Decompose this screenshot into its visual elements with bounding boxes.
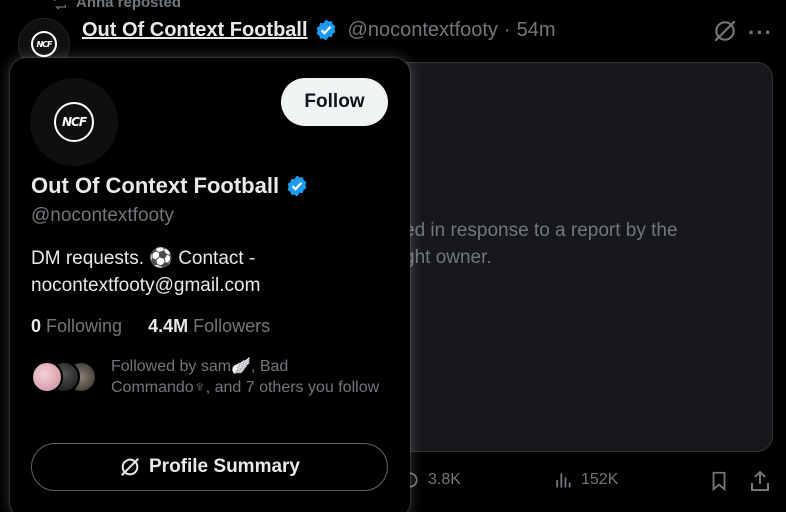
reply-count: 3.8K xyxy=(428,471,461,488)
profile-hover-card: NCF Follow Out Of Context Football @noco… xyxy=(10,58,410,512)
profile-summary-button[interactable]: Profile Summary xyxy=(31,443,388,491)
verified-badge-icon[interactable] xyxy=(314,18,338,42)
grok-icon xyxy=(121,458,139,476)
views-action[interactable]: 152K xyxy=(553,470,618,490)
card-bio: DM requests. ⚽ Contact - nocontextfooty@… xyxy=(31,248,261,296)
tweet-timestamp[interactable]: 54m xyxy=(517,19,556,42)
following-label: Following xyxy=(46,316,123,336)
views-count: 152K xyxy=(581,471,619,488)
followed-by-section[interactable]: Followed by sam🪽, Bad Commando♆, and 7 o… xyxy=(31,356,381,398)
followers-stat[interactable]: 4.4M Followers xyxy=(148,316,270,337)
tweet-header: Out Of Context Football @nocontextfooty … xyxy=(82,18,556,42)
views-icon xyxy=(556,473,571,488)
followed-by-text: Followed by sam🪽, Bad Commando♆, and 7 o… xyxy=(111,358,380,396)
share-icon[interactable] xyxy=(748,469,772,493)
follower-avatar xyxy=(31,361,63,393)
followers-count: 4.4M xyxy=(148,316,189,336)
card-stats: 0 Following 4.4M Followers xyxy=(31,316,270,337)
card-handle[interactable]: @nocontextfooty xyxy=(31,205,174,227)
tweet-separator: · xyxy=(503,18,511,41)
ncf-logo-small: NCF xyxy=(31,31,57,57)
more-options-icon[interactable]: ··· xyxy=(748,20,773,46)
ncf-logo-large: NCF xyxy=(54,102,94,142)
repost-icon xyxy=(54,0,66,9)
grok-icon[interactable] xyxy=(712,18,738,44)
tweet-author-handle[interactable]: @nocontextfooty xyxy=(348,19,498,42)
profile-summary-label: Profile Summary xyxy=(149,456,300,477)
followers-label: Followers xyxy=(193,316,271,336)
follow-button[interactable]: Follow xyxy=(281,78,388,126)
card-display-name[interactable]: Out Of Context Football xyxy=(31,173,309,199)
card-name-text: Out Of Context Football xyxy=(31,173,280,198)
bookmark-icon[interactable] xyxy=(708,470,730,492)
repost-text: Anna reposted xyxy=(76,0,182,11)
following-stat[interactable]: 0 Following xyxy=(31,316,122,337)
following-count: 0 xyxy=(31,316,42,336)
card-avatar[interactable]: NCF xyxy=(30,78,118,166)
tweet-author-name[interactable]: Out Of Context Football xyxy=(82,19,308,42)
follower-avatars xyxy=(31,361,97,393)
repost-indicator: Anna reposted xyxy=(52,0,181,11)
verified-badge-icon[interactable] xyxy=(285,174,309,198)
withheld-notice-text: ed in response to a report by the ght ow… xyxy=(404,220,678,268)
